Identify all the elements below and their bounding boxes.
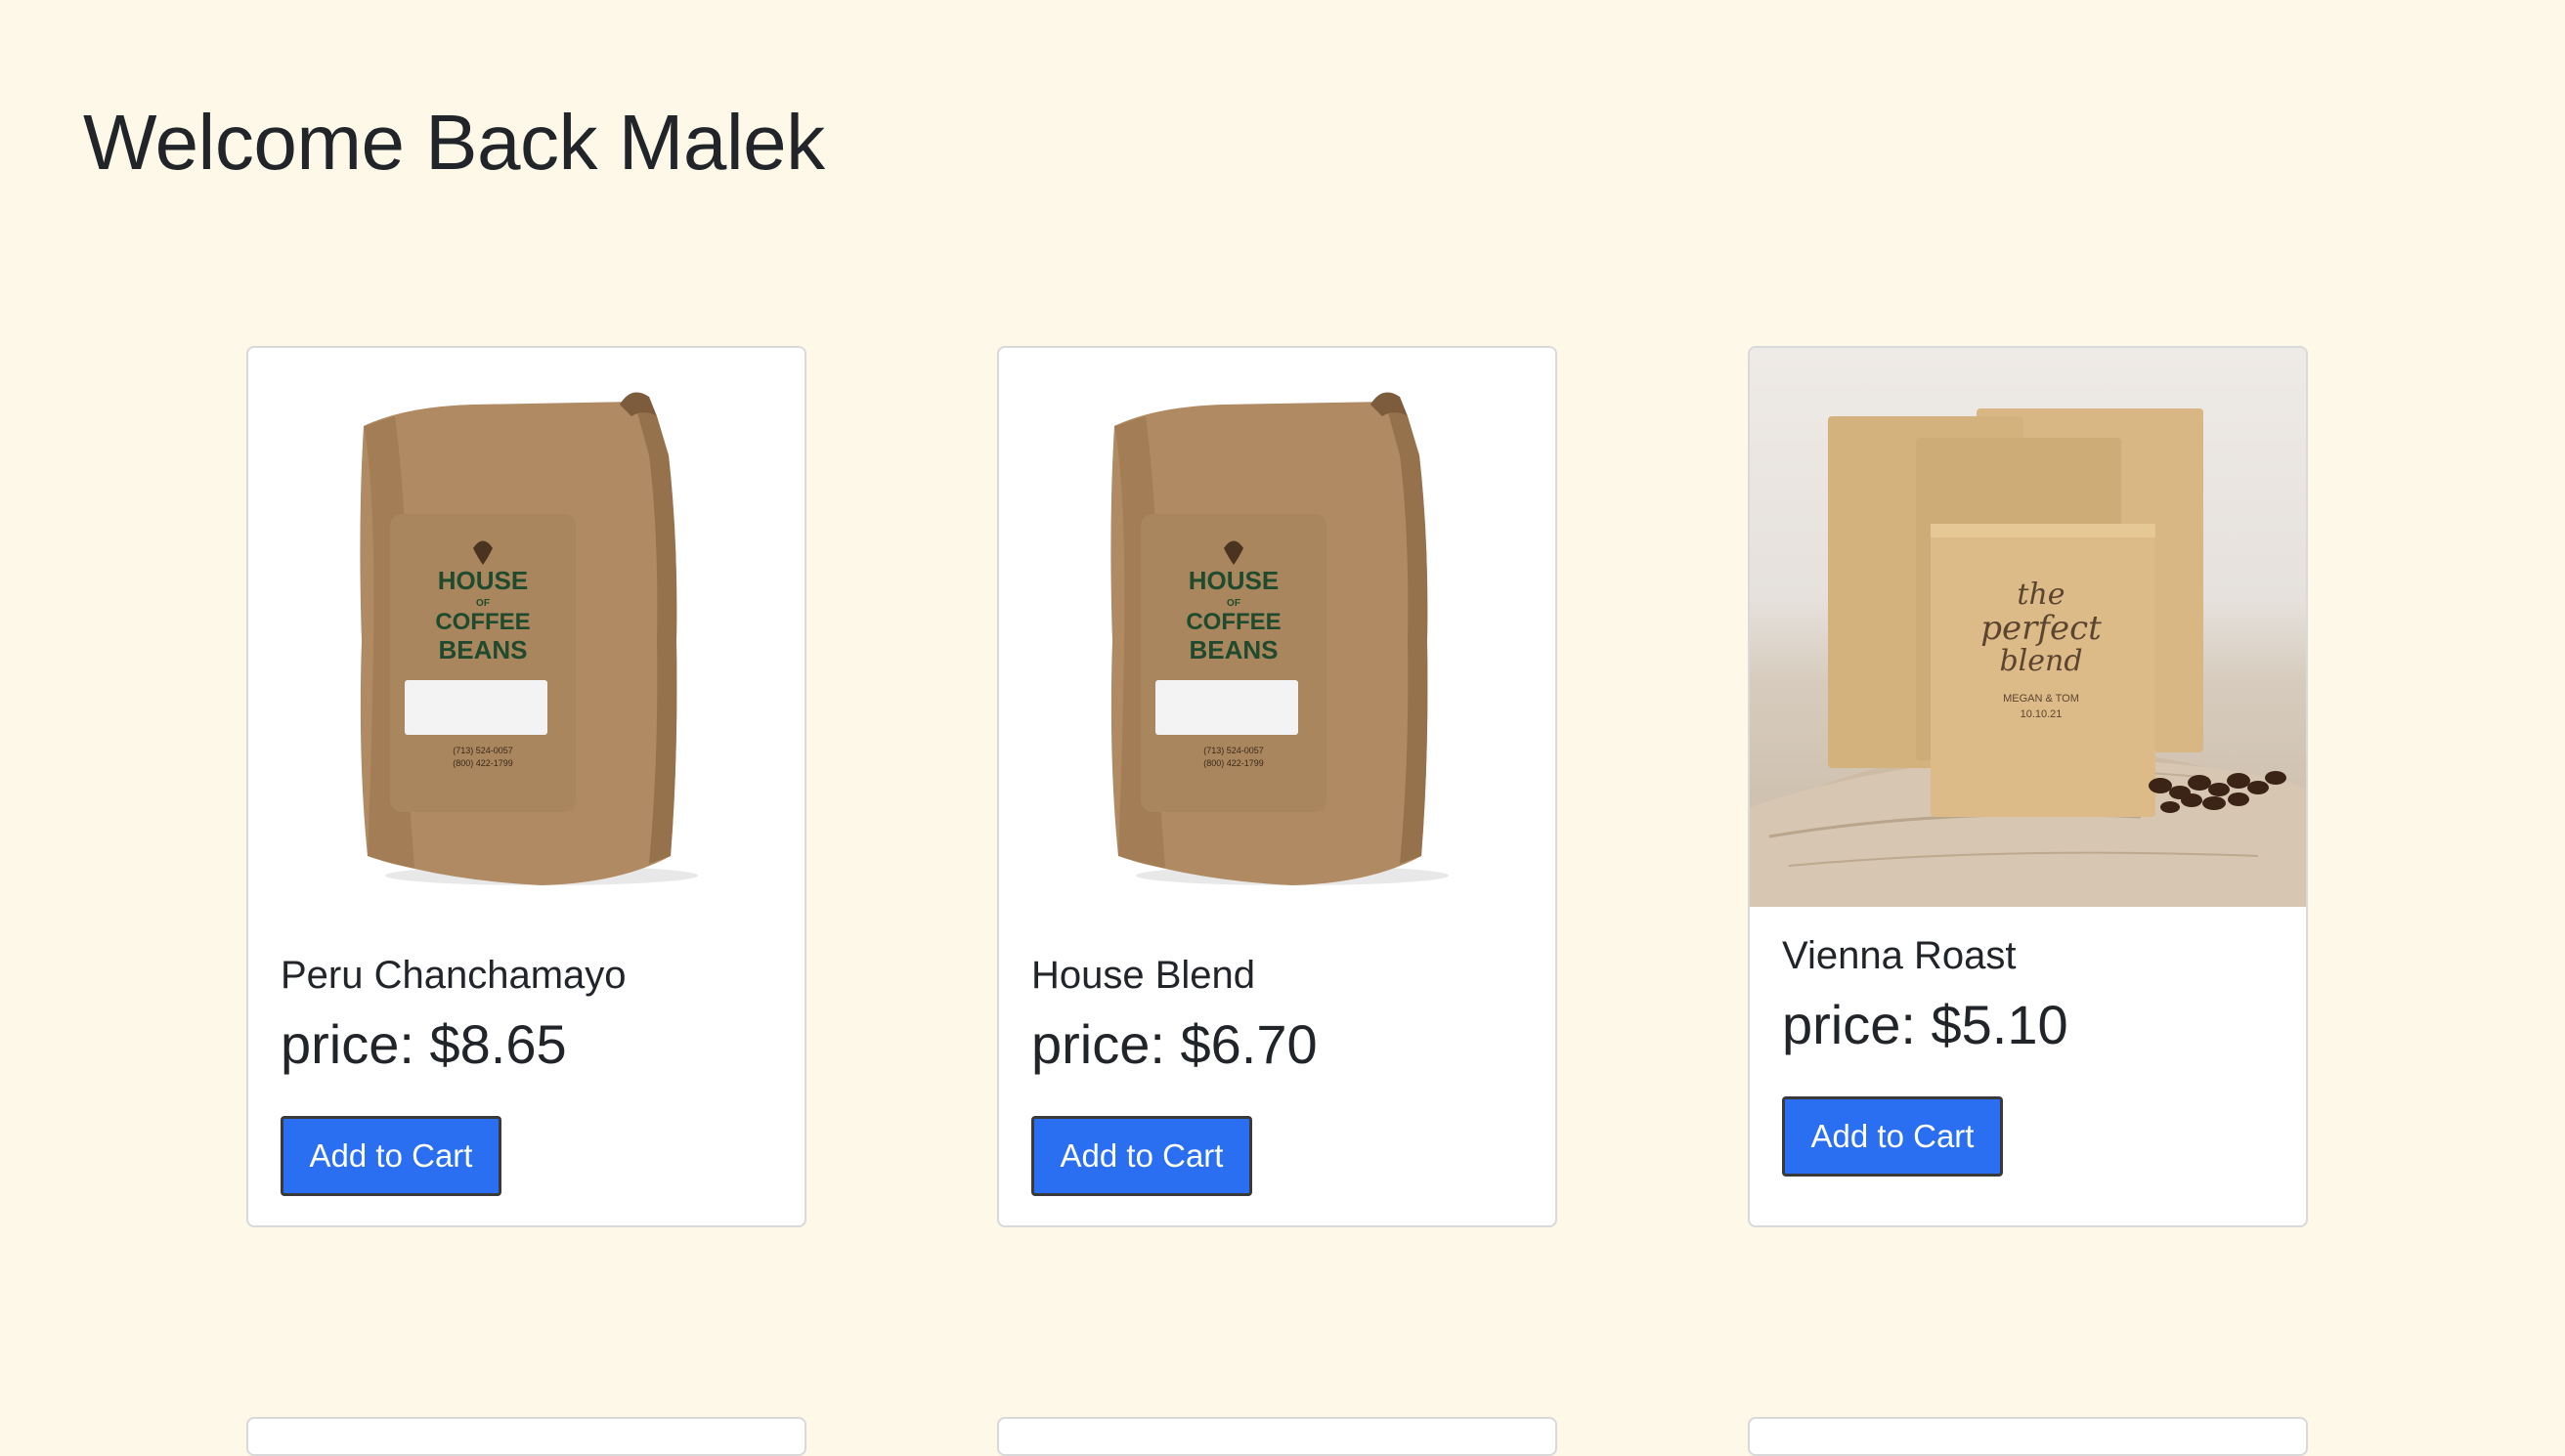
product-name: House Blend: [1031, 954, 1256, 997]
coffee-bag-icon: HOUSE OF COFFEE BEANS (713) 524-0057 (80…: [360, 392, 698, 885]
svg-text:10.10.21: 10.10.21: [2021, 708, 2063, 720]
product-price: price: $8.65: [281, 1013, 567, 1075]
svg-text:perfect: perfect: [1980, 609, 2102, 648]
product-card: [1748, 1417, 2308, 1456]
svg-text:(713) 524-0057: (713) 524-0057: [1203, 746, 1264, 755]
svg-text:(800) 422-1799: (800) 422-1799: [1203, 758, 1264, 768]
svg-text:blend: blend: [1999, 644, 2082, 678]
svg-text:(800) 422-1799: (800) 422-1799: [453, 758, 513, 768]
svg-text:HOUSE: HOUSE: [1189, 566, 1279, 595]
page-title: Welcome Back Malek: [83, 99, 825, 186]
add-to-cart-button[interactable]: Add to Cart: [1782, 1096, 2003, 1177]
svg-text:COFFEE: COFFEE: [435, 609, 530, 635]
product-price: price: $6.70: [1031, 1013, 1318, 1075]
coffee-bag-icon: HOUSE OF COFFEE BEANS (713) 524-0057 (80…: [1110, 392, 1449, 885]
svg-text:MEGAN & TOM: MEGAN & TOM: [2003, 693, 2079, 705]
product-card: HOUSE OF COFFEE BEANS (713) 524-0057 (80…: [997, 346, 1557, 1227]
product-name: Peru Chanchamayo: [281, 954, 627, 997]
svg-text:the: the: [2017, 578, 2065, 612]
svg-text:BEANS: BEANS: [1189, 635, 1278, 664]
add-to-cart-button[interactable]: Add to Cart: [1031, 1116, 1252, 1196]
svg-text:COFFEE: COFFEE: [1186, 609, 1281, 635]
product-image: HOUSE OF COFFEE BEANS (713) 524-0057 (80…: [999, 348, 1555, 907]
product-image: HOUSE OF COFFEE BEANS (713) 524-0057 (80…: [248, 348, 804, 907]
svg-text:BEANS: BEANS: [438, 635, 527, 664]
product-price: price: $5.10: [1782, 994, 2068, 1055]
svg-text:HOUSE: HOUSE: [438, 566, 528, 595]
svg-text:(713) 524-0057: (713) 524-0057: [453, 746, 513, 755]
svg-text:OF: OF: [1227, 598, 1240, 609]
product-image: the perfect blend MEGAN & TOM 10.10.21: [1750, 348, 2306, 1042]
add-to-cart-button[interactable]: Add to Cart: [281, 1116, 501, 1196]
svg-text:OF: OF: [476, 598, 490, 609]
product-card: [246, 1417, 806, 1456]
coffee-pouch-icon: the perfect blend MEGAN & TOM 10.10.21: [1750, 408, 2306, 1042]
product-card: HOUSE OF COFFEE BEANS (713) 524-0057 (80…: [246, 346, 806, 1227]
product-card: the perfect blend MEGAN & TOM 10.10.21 V…: [1748, 346, 2308, 1227]
product-card: [997, 1417, 1557, 1456]
product-name: Vienna Roast: [1782, 934, 2017, 977]
